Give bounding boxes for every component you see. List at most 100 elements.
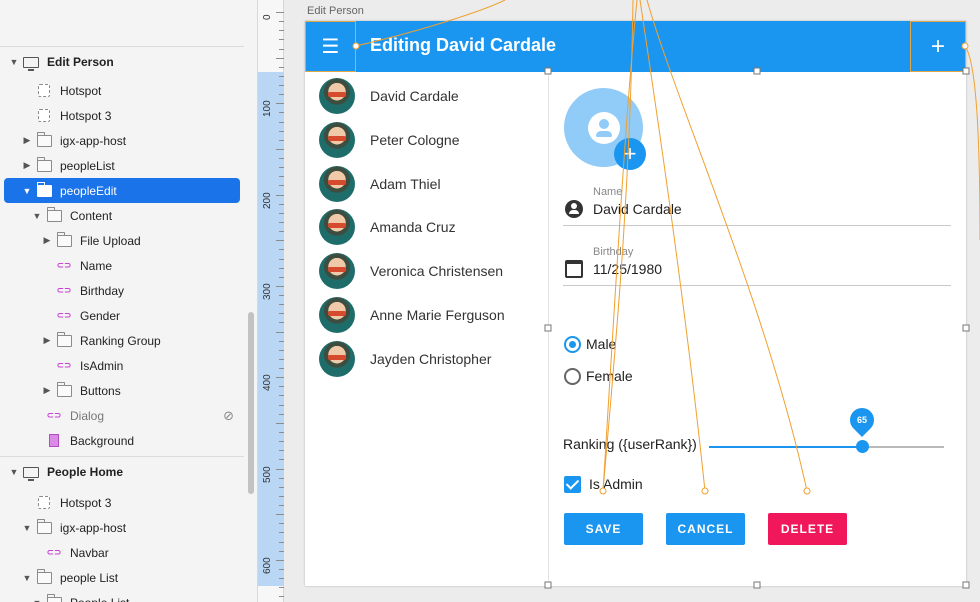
ruler-tick bbox=[279, 568, 284, 570]
ruler-tick bbox=[276, 194, 284, 196]
design-canvas[interactable]: Edit Person ☰ Editing David Cardale + Da… bbox=[285, 0, 980, 602]
layer-artboard-row[interactable]: ▼ Edit Person bbox=[0, 46, 244, 77]
layer-label: igx-app-host bbox=[60, 133, 127, 148]
layer-row[interactable]: ⊂⊃ Gender bbox=[0, 303, 244, 328]
layer-row[interactable]: ⊂⊃ Birthday bbox=[0, 278, 244, 303]
layer-row[interactable]: ▼ People List bbox=[0, 590, 244, 602]
menu-button[interactable]: ☰ bbox=[305, 21, 356, 72]
collapse-arrow-icon[interactable]: ▼ bbox=[22, 523, 32, 533]
upload-avatar-button[interactable]: + bbox=[614, 138, 646, 170]
person-name: Amanda Cruz bbox=[370, 219, 456, 236]
person-name: Jayden Christopher bbox=[370, 350, 492, 367]
layer-row[interactable]: ▶ Buttons bbox=[0, 378, 244, 403]
layer-row[interactable]: ⊂⊃ Dialog ⊘ bbox=[0, 403, 244, 428]
birthday-input[interactable]: 11/25/1980 bbox=[593, 261, 662, 277]
expand-arrow-icon[interactable]: ▶ bbox=[42, 385, 52, 396]
avatar bbox=[319, 253, 355, 290]
layer-row[interactable]: Background bbox=[0, 428, 244, 453]
layer-row[interactable]: Hotspot 3 bbox=[0, 490, 244, 515]
birthday-field[interactable]: Birthday 11/25/1980 bbox=[563, 246, 951, 286]
artboard-edit-person[interactable]: ☰ Editing David Cardale + David Cardale P… bbox=[305, 21, 966, 586]
ruler-tick bbox=[279, 486, 284, 488]
slider-thumb[interactable] bbox=[855, 440, 869, 453]
person-name: Adam Thiel bbox=[370, 175, 441, 192]
collapse-arrow-icon[interactable]: ▼ bbox=[32, 598, 42, 602]
is-admin-checkbox[interactable]: Is Admin bbox=[564, 475, 643, 493]
people-list-item[interactable]: David Cardale bbox=[305, 74, 549, 118]
avatar bbox=[319, 340, 355, 377]
expand-arrow-icon[interactable]: ▶ bbox=[42, 235, 52, 246]
layer-row[interactable]: ▶ File Upload bbox=[0, 228, 244, 253]
ruler-tick bbox=[279, 221, 284, 223]
layer-row[interactable]: ▼ people List bbox=[0, 565, 244, 590]
save-button[interactable]: SAVE bbox=[564, 513, 643, 545]
radio-unchecked-icon[interactable] bbox=[564, 367, 581, 385]
gender-radio-male[interactable]: Male bbox=[564, 334, 616, 354]
layer-row[interactable]: ⊂⊃ IsAdmin bbox=[0, 353, 244, 378]
people-list-item[interactable]: Anne Marie Ferguson bbox=[305, 293, 549, 337]
layer-label: IsAdmin bbox=[80, 358, 124, 373]
ruler-tick bbox=[276, 57, 284, 59]
people-list-item[interactable]: Amanda Cruz bbox=[305, 205, 549, 249]
layer-row[interactable]: ▼ Content bbox=[0, 203, 244, 228]
calendar-icon[interactable] bbox=[565, 260, 583, 278]
expand-arrow-icon[interactable]: ▶ bbox=[22, 135, 32, 146]
folder-icon bbox=[36, 518, 52, 535]
layer-artboard-row[interactable]: ▼ People Home bbox=[0, 456, 244, 487]
symbol-link-icon: ⊂⊃ bbox=[46, 410, 62, 420]
layer-row[interactable]: ▶ Ranking Group bbox=[0, 328, 244, 353]
layer-label: Content bbox=[70, 208, 113, 223]
collapse-arrow-icon[interactable]: ▼ bbox=[22, 186, 32, 196]
layer-row[interactable]: ▶ peopleList bbox=[0, 153, 244, 178]
slider-fill bbox=[709, 446, 862, 448]
layer-row[interactable]: ▼ igx-app-host bbox=[0, 515, 244, 540]
artboard-title[interactable]: Edit Person bbox=[307, 5, 364, 17]
layer-label: peopleList bbox=[60, 158, 115, 173]
gender-radio-female[interactable]: Female bbox=[564, 366, 633, 386]
collapse-arrow-icon[interactable]: ▼ bbox=[32, 211, 42, 221]
collapse-arrow-icon[interactable]: ▼ bbox=[9, 57, 19, 67]
cancel-button[interactable]: CANCEL bbox=[666, 513, 745, 545]
ruler-tick bbox=[279, 313, 284, 315]
layer-row[interactable]: Hotspot bbox=[0, 78, 244, 103]
people-list-item[interactable]: Veronica Christensen bbox=[305, 249, 549, 293]
expand-arrow-icon[interactable]: ▶ bbox=[22, 160, 32, 171]
checkbox-checked-icon[interactable] bbox=[564, 475, 581, 493]
ranking-slider[interactable]: 65 bbox=[709, 403, 944, 453]
layers-scrollbar[interactable] bbox=[248, 312, 254, 494]
layer-row[interactable]: ▶ igx-app-host bbox=[0, 128, 244, 153]
expand-arrow-icon[interactable]: ▶ bbox=[42, 335, 52, 346]
ruler-tick bbox=[279, 358, 284, 360]
ruler-label: 500 bbox=[262, 465, 273, 483]
ruler-tick bbox=[279, 130, 284, 132]
ruler-tick bbox=[279, 276, 284, 278]
collapse-arrow-icon[interactable]: ▼ bbox=[22, 573, 32, 583]
name-input[interactable]: David Cardale bbox=[593, 201, 682, 217]
layer-label: Ranking Group bbox=[80, 333, 161, 348]
ruler-tick bbox=[279, 495, 284, 497]
ruler-label: 200 bbox=[262, 191, 273, 209]
layer-row[interactable]: ▼ peopleEdit bbox=[4, 178, 240, 203]
people-list-item[interactable]: Jayden Christopher bbox=[305, 337, 549, 381]
birthday-label: Birthday bbox=[593, 246, 634, 258]
ruler-tick bbox=[276, 148, 284, 150]
delete-button[interactable]: DELETE bbox=[768, 513, 847, 545]
radio-checked-icon[interactable] bbox=[564, 335, 581, 353]
layer-label: Buttons bbox=[80, 383, 121, 398]
people-list-item[interactable]: Peter Cologne bbox=[305, 118, 549, 162]
layer-label: Hotspot 3 bbox=[60, 108, 112, 123]
symbol-link-icon: ⊂⊃ bbox=[56, 285, 72, 295]
vertical-ruler: 0 100 200 300 400 500 600 bbox=[258, 0, 284, 602]
layer-label: Hotspot bbox=[60, 83, 102, 98]
collapse-arrow-icon[interactable]: ▼ bbox=[9, 467, 19, 477]
layer-row[interactable]: ⊂⊃ Navbar bbox=[0, 540, 244, 565]
ruler-tick bbox=[279, 249, 284, 251]
add-person-button[interactable]: + bbox=[910, 21, 966, 72]
symbol-link-icon: ⊂⊃ bbox=[56, 360, 72, 370]
gender-option-label: Female bbox=[586, 368, 633, 384]
people-list-item[interactable]: Adam Thiel bbox=[305, 162, 549, 206]
layer-row[interactable]: Hotspot 3 bbox=[0, 103, 244, 128]
name-field[interactable]: Name David Cardale bbox=[563, 186, 951, 226]
hidden-eye-icon[interactable]: ⊘ bbox=[223, 408, 234, 424]
layer-row[interactable]: ⊂⊃ Name bbox=[0, 253, 244, 278]
